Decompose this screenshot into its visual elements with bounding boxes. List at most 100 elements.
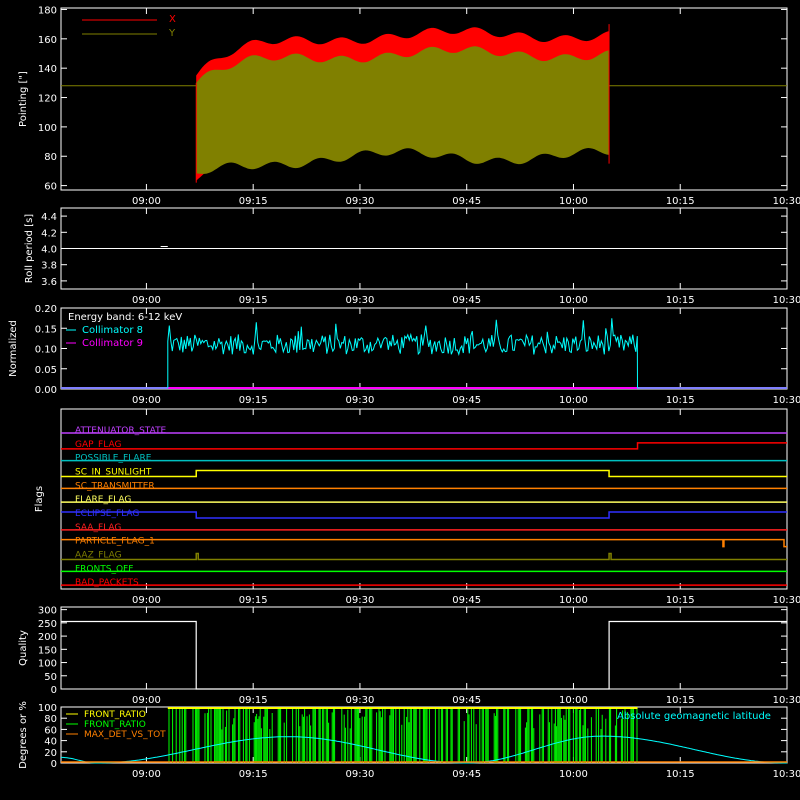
x-tick-label: 09:30 xyxy=(346,595,375,606)
x-tick-label: 10:30 xyxy=(773,196,800,207)
x-tick-label: 10:30 xyxy=(773,769,800,780)
x-tick-label: 09:45 xyxy=(452,595,481,606)
y-axis-label: Degrees or % xyxy=(18,701,29,769)
y-tick-label: 100 xyxy=(38,123,57,134)
x-tick-label: 09:00 xyxy=(132,595,161,606)
y-tick-label: 60 xyxy=(44,182,57,193)
x-tick-label: 09:30 xyxy=(346,695,375,706)
x-tick-label: 09:45 xyxy=(452,196,481,207)
x-tick-label: 09:15 xyxy=(239,196,268,207)
legend-label-2: MAX_DET_VS_TOT xyxy=(84,730,166,740)
x-tick-label: 09:00 xyxy=(132,295,161,306)
flag-label-particle-flag-1: PARTICLE_FLAG_1 xyxy=(75,537,155,547)
y-axis-label: Normalized xyxy=(8,320,19,377)
y-tick-label: 0.10 xyxy=(35,345,57,356)
x-tick-label: 09:15 xyxy=(239,695,268,706)
x-tick-label: 09:00 xyxy=(132,769,161,780)
y-tick-label: 4.4 xyxy=(41,212,57,223)
legend-y-label: Y xyxy=(168,28,176,39)
x-tick-label: 10:00 xyxy=(559,769,588,780)
y-tick-label: 0.00 xyxy=(35,385,57,396)
legend-label-1: FRONT_RATIO xyxy=(84,720,146,730)
x-tick-label: 09:45 xyxy=(452,695,481,706)
x-tick-label: 10:30 xyxy=(773,395,800,406)
geomag-annotation: Absolute geomagnetic latitude xyxy=(617,711,771,722)
legend-x-label: X xyxy=(169,14,176,25)
x-tick-label: 10:15 xyxy=(666,395,695,406)
y-tick-label: 300 xyxy=(38,606,57,617)
flag-label-possible-flare: POSSIBLE_FLARE xyxy=(75,454,152,464)
x-tick-label: 09:30 xyxy=(346,769,375,780)
x-tick-label: 10:30 xyxy=(773,695,800,706)
x-tick-label: 10:15 xyxy=(666,196,695,207)
y-tick-label: 100 xyxy=(38,659,57,670)
y-tick-label: 200 xyxy=(38,632,57,643)
y-axis-label: Quality xyxy=(18,630,29,666)
flag-label-eclipse-flag: ECLIPSE_FLAG xyxy=(75,509,139,519)
flag-label-aaz-flag: AAZ_FLAG xyxy=(75,551,122,561)
y-tick-label: 100 xyxy=(38,703,57,714)
y-tick-label: 0.15 xyxy=(35,324,57,335)
x-tick-label: 10:00 xyxy=(559,196,588,207)
energy-band-annotation: Energy band: 6-12 keV xyxy=(68,312,182,323)
y-axis-label: Pointing ["] xyxy=(18,71,29,127)
flag-label-gap-flag: GAP_FLAG xyxy=(75,440,121,450)
y-tick-label: 0.20 xyxy=(35,304,57,315)
x-tick-label: 10:00 xyxy=(559,695,588,706)
x-tick-label: 09:15 xyxy=(239,295,268,306)
x-tick-label: 09:45 xyxy=(452,769,481,780)
y-tick-label: 140 xyxy=(38,64,57,75)
x-tick-label: 10:15 xyxy=(666,295,695,306)
legend-collimator9-label: Collimator 9 xyxy=(82,338,143,349)
y-tick-label: 160 xyxy=(38,35,57,46)
y-tick-label: 40 xyxy=(44,737,57,748)
x-tick-label: 10:00 xyxy=(559,595,588,606)
x-tick-label: 10:30 xyxy=(773,295,800,306)
flag-label-saa-flag: SAA_FLAG xyxy=(75,523,121,533)
y-tick-label: 80 xyxy=(44,714,57,725)
x-tick-label: 09:15 xyxy=(239,769,268,780)
y-tick-label: 4.0 xyxy=(41,245,57,256)
flag-label-bad-packets: BAD_PACKETS xyxy=(75,578,139,588)
x-tick-label: 09:30 xyxy=(346,196,375,207)
y-tick-label: 4.2 xyxy=(41,228,57,239)
y-axis-label: Roll period [s] xyxy=(24,214,35,283)
y-tick-label: 50 xyxy=(44,672,57,683)
x-tick-label: 09:30 xyxy=(346,295,375,306)
x-tick-label: 09:15 xyxy=(239,395,268,406)
x-tick-label: 10:00 xyxy=(559,395,588,406)
flag-label-fronts-off: FRONTS_OFF xyxy=(75,564,133,574)
x-tick-label: 10:15 xyxy=(666,595,695,606)
x-tick-label: 10:15 xyxy=(666,695,695,706)
x-tick-label: 10:00 xyxy=(559,295,588,306)
y-axis-label: Flags xyxy=(34,486,45,512)
y-tick-label: 20 xyxy=(44,748,57,759)
y-tick-label: 80 xyxy=(44,152,57,163)
x-tick-label: 09:30 xyxy=(346,395,375,406)
y-tick-label: 0 xyxy=(51,685,57,696)
x-tick-label: 09:00 xyxy=(132,196,161,207)
y-tick-label: 3.8 xyxy=(41,261,57,272)
y-tick-label: 60 xyxy=(44,725,57,736)
x-tick-label: 10:30 xyxy=(773,595,800,606)
y-tick-label: 250 xyxy=(38,619,57,630)
flag-label-sc-transmitter: SC_TRANSMITTER xyxy=(75,481,155,491)
y-tick-label: 150 xyxy=(38,645,57,656)
y-tick-label: 180 xyxy=(38,5,57,16)
y-tick-label: 3.6 xyxy=(41,277,57,288)
flag-label-attenuator-state: ATTENUATOR_STATE xyxy=(75,426,167,436)
flag-label-sc-in-sunlight: SC_IN_SUNLIGHT xyxy=(75,468,152,478)
x-tick-label: 10:15 xyxy=(666,769,695,780)
flag-label-flare-flag: FLARE_FLAG xyxy=(75,495,131,505)
y-tick-label: 0.05 xyxy=(35,365,57,376)
x-tick-label: 09:00 xyxy=(132,395,161,406)
y-tick-label: 120 xyxy=(38,94,57,105)
x-tick-label: 09:00 xyxy=(132,695,161,706)
legend-collimator8-label: Collimator 8 xyxy=(82,325,143,336)
chart-canvas: 09:00 09:15 09:30 09:45 10:00 10:15 10:3060801… xyxy=(0,0,800,800)
y-tick-label: 0 xyxy=(51,759,57,770)
x-tick-label: 09:15 xyxy=(239,595,268,606)
x-tick-label: 09:45 xyxy=(452,295,481,306)
x-tick-label: 09:45 xyxy=(452,395,481,406)
legend-label-0: FRONT_RATIO xyxy=(84,710,146,720)
